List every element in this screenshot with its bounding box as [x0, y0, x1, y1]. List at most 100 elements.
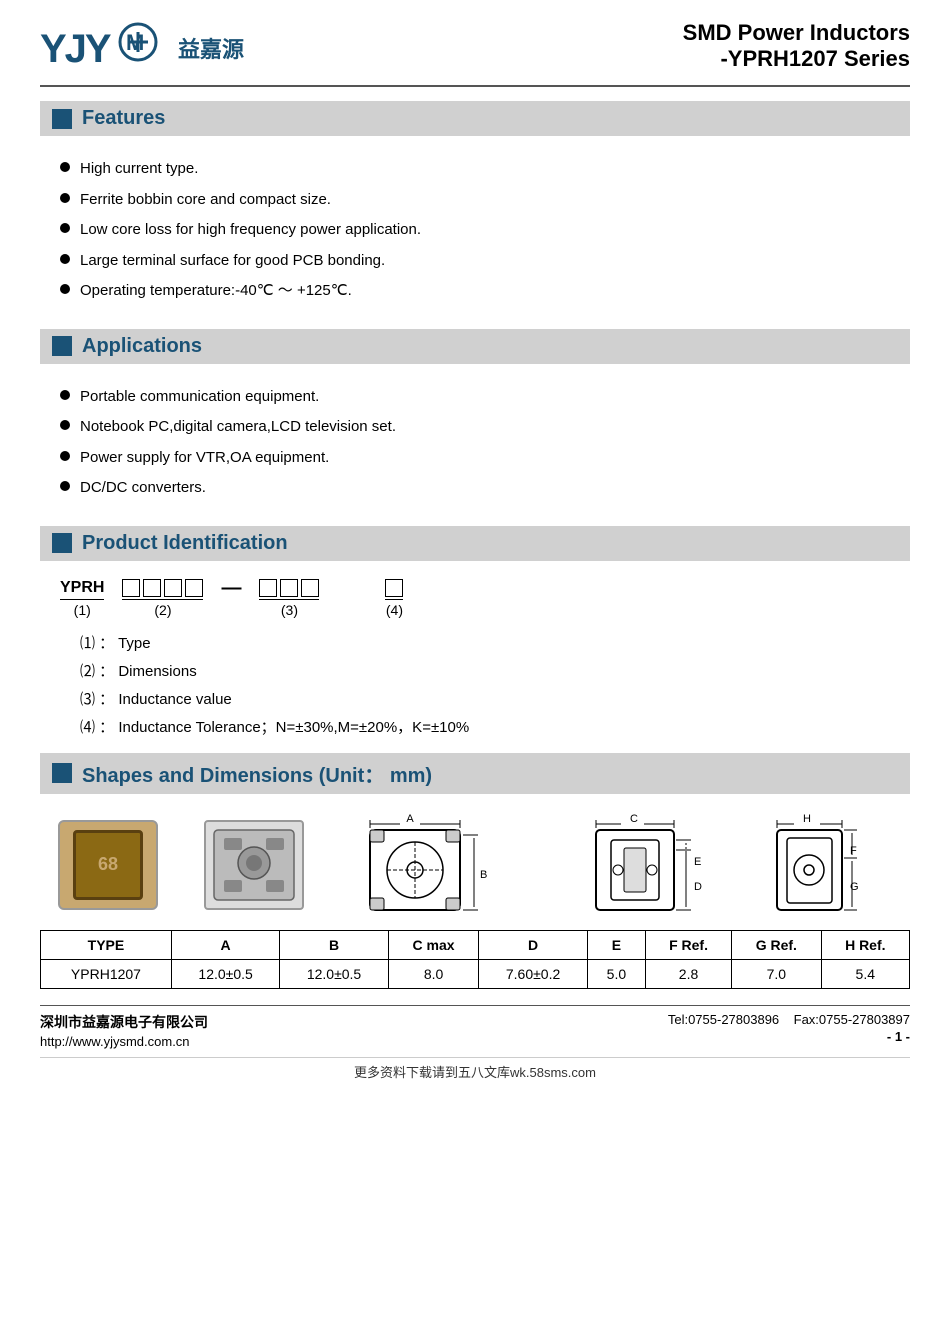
- product-id-section-header: Product Identification: [40, 526, 910, 561]
- side-view-svg: C E D: [556, 810, 716, 920]
- svg-text:B: B: [480, 869, 487, 881]
- svg-text:D: D: [694, 881, 702, 893]
- table-row: YPRH1207 12.0±0.5 12.0±0.5 8.0 7.60±0.2 …: [41, 959, 910, 988]
- svg-text:A: A: [406, 813, 414, 825]
- pid-desc-2: ⑵ ： Dimensions: [80, 660, 890, 681]
- pid-label-4: (4): [386, 602, 403, 618]
- pid-group-4: (4): [385, 579, 403, 618]
- cell-cmax: 8.0: [388, 959, 479, 988]
- col-e: E: [587, 930, 645, 959]
- features-section-header: Features: [40, 101, 910, 136]
- product-id-title: Product Identification: [82, 532, 288, 555]
- list-item: Notebook PC,digital camera,LCD televisio…: [60, 416, 910, 439]
- list-item: Ferrite bobbin core and compact size.: [60, 189, 910, 212]
- features-list: High current type. Ferrite bobbin core a…: [40, 146, 910, 315]
- page-number: - 1 -: [887, 1029, 910, 1044]
- pid-box: [280, 579, 298, 597]
- footer-right: Tel:0755-27803896 Fax:0755-27803897 - 1 …: [668, 1012, 910, 1044]
- col-href: H Ref.: [821, 930, 909, 959]
- col-type: TYPE: [41, 930, 172, 959]
- list-item: Power supply for VTR,OA equipment.: [60, 447, 910, 470]
- inductor-photo-1: 68: [58, 820, 158, 910]
- list-item: High current type.: [60, 158, 910, 181]
- tech-drawing-3: H F G: [762, 810, 892, 920]
- svg-text:C: C: [630, 813, 638, 825]
- top-view-svg: A B: [350, 810, 510, 920]
- page-footer: 深圳市益嘉源电子有限公司 http://www.yjysmd.com.cn Te…: [40, 1005, 910, 1049]
- pid-code: YPRH: [60, 579, 104, 600]
- logo-chinese-text: 益嘉源: [178, 32, 244, 64]
- pid-descriptions: ⑴ ： Type ⑵ ： Dimensions ⑶ ： Inductance v…: [80, 632, 890, 737]
- pid-box: [164, 579, 182, 597]
- cell-e: 5.0: [587, 959, 645, 988]
- bullet-dot: [60, 254, 70, 264]
- features-title: Features: [82, 107, 165, 130]
- pid-box: [122, 579, 140, 597]
- cell-gref: 7.0: [732, 959, 821, 988]
- svg-text:M: M: [126, 30, 144, 55]
- cell-type: YPRH1207: [41, 959, 172, 988]
- pid-box: [143, 579, 161, 597]
- pid-boxes-3: [259, 579, 319, 600]
- bullet-dot: [60, 193, 70, 203]
- list-item: DC/DC converters.: [60, 477, 910, 500]
- list-item: Low core loss for high frequency power a…: [60, 219, 910, 242]
- pid-desc-4: ⑷ ： Inductance Tolerance；N=±30%,M=±20%，K…: [80, 716, 890, 737]
- pid-group-2: (2): [122, 579, 203, 618]
- applications-section-header: Applications: [40, 329, 910, 364]
- col-fref: F Ref.: [645, 930, 731, 959]
- pid-boxes-4: [385, 579, 403, 600]
- pid-group-1: YPRH (1): [60, 579, 104, 618]
- dimensions-table: TYPE A B C max D E F Ref. G Ref. H Ref. …: [40, 930, 910, 989]
- pid-desc-1: ⑴ ： Type: [80, 632, 890, 653]
- bullet-dot: [60, 223, 70, 233]
- pid-dash: —: [221, 577, 241, 600]
- inductor-photo-2: [204, 820, 304, 910]
- title-line2: -YPRH1207 Series: [683, 46, 910, 72]
- pid-label-2: (2): [154, 602, 171, 618]
- table-header-row: TYPE A B C max D E F Ref. G Ref. H Ref.: [41, 930, 910, 959]
- shapes-section: 68 A B: [40, 810, 910, 989]
- bullet-dot: [60, 284, 70, 294]
- logo-svg: YJY M: [40, 20, 170, 75]
- cell-d: 7.60±0.2: [479, 959, 587, 988]
- list-item: Operating temperature:-40℃ ～ +125℃.: [60, 280, 910, 303]
- website: http://www.yjysmd.com.cn: [40, 1034, 208, 1049]
- pid-box: [301, 579, 319, 597]
- cell-a: 12.0±0.5: [171, 959, 279, 988]
- bullet-dot: [60, 420, 70, 430]
- features-icon: [52, 109, 72, 129]
- bullet-dot: [60, 390, 70, 400]
- applications-icon: [52, 336, 72, 356]
- company-name: 深圳市益嘉源电子有限公司: [40, 1012, 208, 1032]
- shapes-images: 68 A B: [40, 810, 910, 920]
- applications-title: Applications: [82, 335, 202, 358]
- col-d: D: [479, 930, 587, 959]
- shapes-title: Shapes and Dimensions (Unit： mm): [82, 759, 432, 788]
- logo-area: YJY M 益嘉源: [40, 20, 244, 75]
- col-cmax: C max: [388, 930, 479, 959]
- pid-diagram-row: YPRH (1) (2) — (3): [60, 577, 890, 618]
- footer-left: 深圳市益嘉源电子有限公司 http://www.yjysmd.com.cn: [40, 1012, 208, 1049]
- page-header: YJY M 益嘉源 SMD Power Inductors -YPRH1207 …: [40, 20, 910, 87]
- bullet-dot: [60, 451, 70, 461]
- applications-list: Portable communication equipment. Notebo…: [40, 374, 910, 512]
- pid-label-3: (3): [281, 602, 298, 618]
- list-item: Portable communication equipment.: [60, 386, 910, 409]
- tech-drawing-2: C E D: [556, 810, 716, 920]
- pid-label-1: (1): [74, 602, 91, 618]
- product-id-icon: [52, 533, 72, 553]
- front-view-svg: H F G: [762, 810, 892, 920]
- bullet-dot: [60, 162, 70, 172]
- col-a: A: [171, 930, 279, 959]
- shapes-icon: [52, 763, 72, 783]
- pid-box: [185, 579, 203, 597]
- svg-text:YJY: YJY: [40, 27, 112, 71]
- pid-boxes-2: [122, 579, 203, 600]
- svg-text:F: F: [850, 845, 857, 857]
- title-area: SMD Power Inductors -YPRH1207 Series: [683, 20, 910, 72]
- svg-text:G: G: [850, 881, 859, 893]
- pid-box: [385, 579, 403, 597]
- pid-box: [259, 579, 277, 597]
- shapes-section-header: Shapes and Dimensions (Unit： mm): [40, 753, 910, 794]
